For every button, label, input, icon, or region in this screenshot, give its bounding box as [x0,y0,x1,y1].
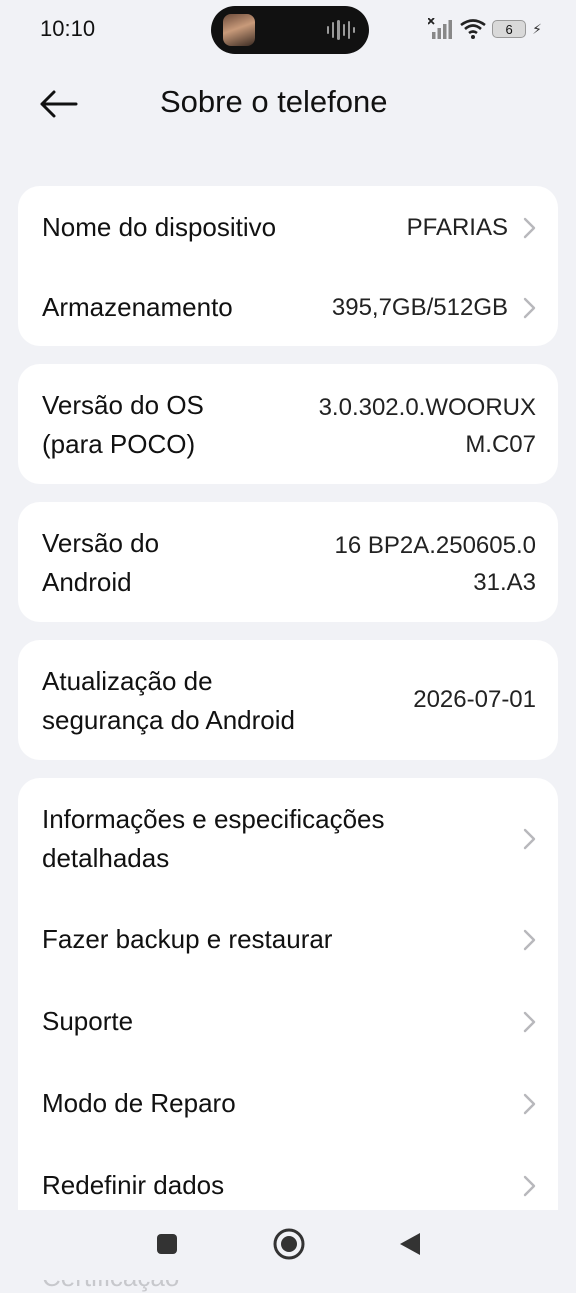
storage-row[interactable]: Armazenamento 395,7GB/512GB [18,288,558,328]
charging-icon: ⚡ [532,20,542,37]
os-version-value-line2: M.C07 [465,431,536,458]
status-time: 10:10 [40,16,96,41]
security-update-card[interactable]: Atualização de segurança do Android 2026… [18,640,558,760]
battery-icon: 6 [492,20,527,38]
chevron-right-icon [522,1093,536,1115]
device-card: Nome do dispositivo PFARIAS Armazenament… [18,186,558,346]
reset-label: Redefinir dados [42,1170,225,1200]
android-version-value-line1: 16 BP2A.250605.0 [334,532,536,559]
menu-item-support[interactable]: Suporte [18,1002,558,1042]
square-icon [157,1234,177,1254]
android-version-value-line2: 31.A3 [473,569,536,596]
chevron-right-icon [522,1175,536,1197]
android-version-label-line1: Versão do [42,528,160,558]
more-options-card: Informações e especificações detalhadas … [18,778,558,1238]
device-name-label: Nome do dispositivo [42,212,277,242]
detailed-info-label-line2: detalhadas [42,843,170,873]
navigation-bar [0,1210,576,1280]
menu-item-detailed-info[interactable]: Informações e especificações detalhadas [18,800,558,880]
back-arrow-icon [40,90,78,118]
backup-label: Fazer backup e restaurar [42,924,333,954]
home-button[interactable] [272,1227,306,1266]
back-nav-button[interactable] [398,1231,422,1262]
os-version-card[interactable]: Versão do OS (para POCO) 3.0.302.0.WOORU… [18,364,558,484]
android-version-card[interactable]: Versão do Android 16 BP2A.250605.0 31.A3 [18,502,558,622]
os-version-value-line1: 3.0.302.0.WOORUX [318,394,536,421]
os-version-label-line1: Versão do OS [42,390,204,420]
media-thumbnail [223,14,255,46]
chevron-right-icon [522,929,536,951]
support-label: Suporte [42,1006,134,1036]
security-update-value: 2026-07-01 [413,686,536,713]
repair-mode-label: Modo de Reparo [42,1088,236,1118]
wifi-icon [460,19,486,39]
device-name-value: PFARIAS [406,214,508,241]
audio-wave-icon [327,20,356,40]
signal-off-icon [428,18,453,39]
status-icons: 6 ⚡ [428,18,542,40]
storage-label: Armazenamento [42,292,233,322]
storage-value: 395,7GB/512GB [331,294,508,321]
menu-item-repair-mode[interactable]: Modo de Reparo [18,1084,558,1124]
device-name-row[interactable]: Nome do dispositivo PFARIAS [18,208,558,248]
chevron-right-icon [522,1011,536,1033]
triangle-back-icon [400,1233,420,1255]
detailed-info-label-line1: Informações e especificações [42,804,385,834]
menu-item-reset[interactable]: Redefinir dados [18,1166,558,1206]
chevron-right-icon [522,217,536,239]
chevron-right-icon [522,828,536,850]
recents-button[interactable] [155,1232,179,1261]
circle-icon [273,1228,305,1260]
android-version-label-line2: Android [42,567,132,597]
page-title: Sobre o telefone [160,84,388,119]
status-bar: 10:10 6 ⚡ [0,0,576,62]
menu-item-backup[interactable]: Fazer backup e restaurar [18,920,558,960]
dynamic-island[interactable] [211,6,369,54]
security-update-label-line1: Atualização de [42,666,213,696]
security-update-label-line2: segurança do Android [42,705,295,735]
os-version-label-line2: (para POCO) [42,429,196,459]
chevron-right-icon [522,297,536,319]
back-button[interactable] [36,84,80,124]
